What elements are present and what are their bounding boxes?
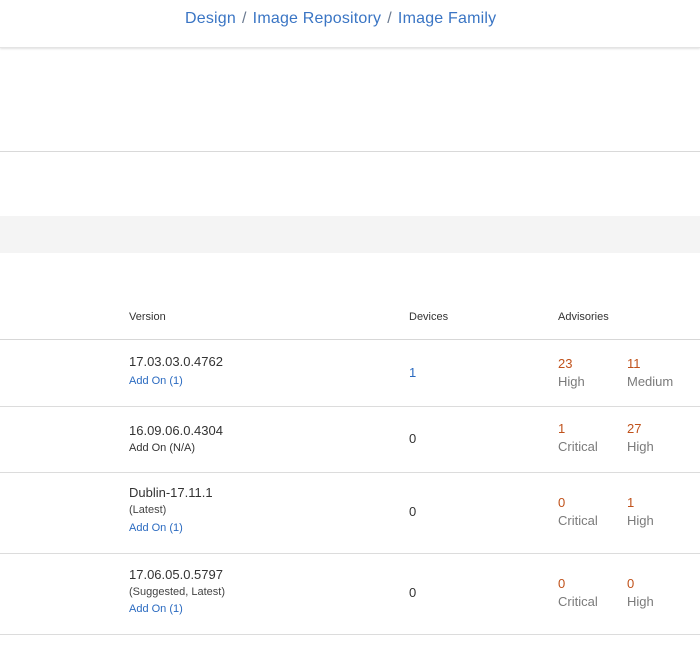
version-text: Dublin-17.11.1 [129, 485, 213, 500]
column-header-advisories[interactable]: Advisories [558, 311, 609, 323]
devices-count-link[interactable]: 1 [409, 365, 416, 380]
top-header: Design / Image Repository / Image Family [0, 0, 700, 48]
column-header-version[interactable]: Version [129, 311, 166, 323]
table-row: 17.06.05.0.5797 (Suggested, Latest) Add … [0, 554, 700, 635]
advisory-high-label: High [627, 439, 654, 454]
section-divider [0, 151, 700, 152]
version-text: 17.03.03.0.4762 [129, 354, 223, 369]
advisory-high-label: High [558, 374, 585, 389]
version-text: 17.06.05.0.5797 [129, 567, 223, 582]
table-row: 17.03.03.0.4762 Add On (1) 1 23 High 11 … [0, 340, 700, 407]
advisory-critical-count[interactable]: 1 [558, 421, 565, 436]
breadcrumb-image-family[interactable]: Image Family [398, 10, 496, 27]
addon-text: Add On (N/A) [129, 442, 196, 454]
advisory-medium-label: Medium [627, 374, 674, 389]
advisory-critical-label: Critical [558, 513, 598, 528]
breadcrumb: Design / Image Repository / Image Family [185, 10, 496, 28]
advisory-critical-count[interactable]: 0 [558, 576, 565, 591]
version-text: 16.09.06.0.4304 [129, 423, 223, 438]
addon-link[interactable]: Add On (1) [129, 522, 183, 534]
advisory-critical-label: Critical [558, 594, 598, 609]
advisory-critical-count[interactable]: 0 [558, 495, 565, 510]
column-header-devices[interactable]: Devices [409, 311, 448, 323]
table-row: Dublin-17.11.1 (Latest) Add On (1) 0 0 C… [0, 473, 700, 554]
breadcrumb-image-repository[interactable]: Image Repository [253, 10, 382, 27]
advisory-critical-label: Critical [558, 439, 598, 454]
advisory-high-count[interactable]: 27 [627, 421, 641, 436]
devices-count: 0 [409, 431, 417, 446]
table-row: 16.09.06.0.4304 Add On (N/A) 0 1 Critica… [0, 407, 700, 473]
advisory-high-count[interactable]: 23 [558, 356, 572, 371]
advisory-high-label: High [627, 513, 654, 528]
advisory-high-count[interactable]: 1 [627, 495, 634, 510]
devices-count: 0 [409, 585, 417, 600]
addon-link[interactable]: Add On (1) [129, 603, 183, 615]
breadcrumb-separator: / [387, 10, 392, 27]
breadcrumb-design[interactable]: Design [185, 10, 236, 27]
devices-count: 0 [409, 504, 417, 519]
addon-link[interactable]: Add On (1) [129, 375, 183, 387]
advisory-high-count[interactable]: 0 [627, 576, 634, 591]
version-tag: (Suggested, Latest) [129, 586, 226, 598]
version-tag: (Latest) [129, 504, 167, 516]
breadcrumb-separator: / [242, 10, 247, 27]
advisory-high-label: High [627, 594, 654, 609]
toolbar-band [0, 216, 700, 253]
advisory-medium-count[interactable]: 11 [627, 356, 641, 371]
